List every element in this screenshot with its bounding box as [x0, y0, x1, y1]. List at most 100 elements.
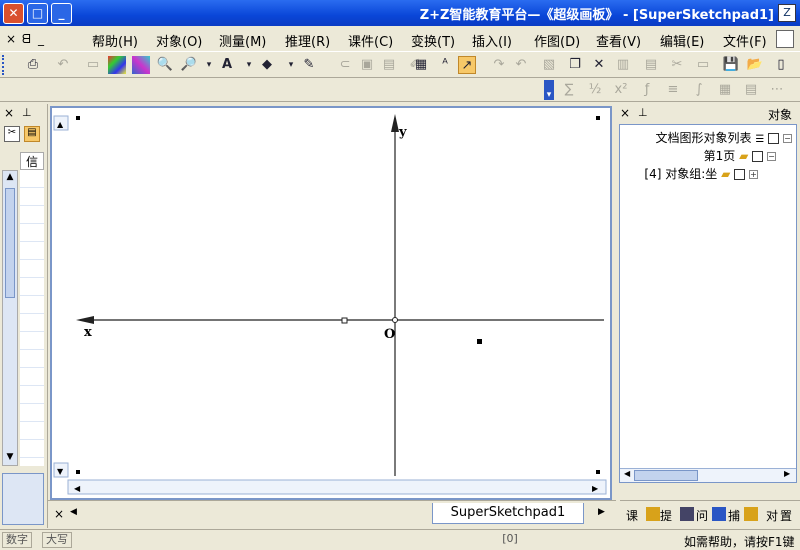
- copy-icon[interactable]: ❐: [566, 56, 584, 74]
- tab-close-icon[interactable]: ×: [54, 507, 64, 521]
- object-panel-close-icon[interactable]: ×: [620, 106, 630, 120]
- mdi-restore-icon[interactable]: ᗺ: [22, 32, 31, 47]
- tab-supersketchpad1[interactable]: SuperSketchpad1: [432, 503, 584, 524]
- object-panel-pin-icon[interactable]: ⊥: [638, 106, 648, 119]
- selection-handle[interactable]: [76, 470, 80, 474]
- link-icon[interactable]: ⊂: [336, 56, 354, 74]
- zoom-in-icon[interactable]: 🔍: [156, 56, 174, 74]
- tree-group-checkbox[interactable]: [734, 169, 746, 180]
- close-window-button[interactable]: ✕: [3, 3, 24, 24]
- toolbar-grip-icon[interactable]: [2, 55, 8, 75]
- scroll-thumb[interactable]: [5, 188, 15, 298]
- menu-help[interactable]: 帮助(H): [92, 31, 138, 50]
- chevron-down-icon[interactable]: ▾: [200, 56, 218, 74]
- minimize-window-button[interactable]: _: [51, 3, 72, 24]
- fraction-icon[interactable]: ½: [586, 81, 604, 99]
- formula-icon[interactable]: ∫: [690, 81, 708, 99]
- tab-object[interactable]: 对: [766, 507, 778, 524]
- scroll-thumb[interactable]: [634, 470, 698, 481]
- paste-icon[interactable]: ▥: [614, 56, 632, 74]
- power-icon[interactable]: x²: [612, 81, 630, 99]
- function-icon[interactable]: ƒ: [638, 81, 656, 99]
- sketch-canvas[interactable]: ▲ ▼ ◀ ▶ y x O: [52, 108, 610, 498]
- sequence-icon[interactable]: ≡: [664, 81, 682, 99]
- menu-file[interactable]: 文件(F): [723, 31, 767, 50]
- scroll-down-icon[interactable]: ▼: [2, 452, 18, 466]
- paste-special-icon[interactable]: ▧: [540, 56, 558, 74]
- toolbar-overflow-icon[interactable]: ▾: [544, 80, 554, 100]
- calc-icon[interactable]: ∑: [560, 81, 578, 99]
- tab-prompt[interactable]: 提: [660, 507, 672, 524]
- tab-prev-icon[interactable]: ◀: [70, 507, 77, 517]
- left-panel-close-icon[interactable]: ×: [4, 106, 14, 120]
- menu-view[interactable]: 查看(V): [596, 31, 641, 50]
- unit-point[interactable]: [341, 317, 348, 324]
- mdi-minimize-icon[interactable]: _: [38, 32, 44, 46]
- tree-root[interactable]: 文档图形对象列表 ☰ −: [656, 129, 792, 146]
- font-color-icon[interactable]: A: [218, 56, 236, 74]
- line-color-icon[interactable]: ✎: [300, 56, 318, 74]
- menu-insert[interactable]: 插入(I): [472, 31, 512, 50]
- tree-page-checkbox[interactable]: [752, 151, 764, 162]
- free-point[interactable]: [477, 339, 482, 344]
- select-arrow-icon[interactable]: ↗: [458, 56, 476, 74]
- mdi-close-icon[interactable]: ×: [6, 32, 16, 46]
- list-icon[interactable]: ▤: [24, 126, 40, 142]
- menu-reasoning[interactable]: 推理(R): [285, 31, 330, 50]
- undo-icon[interactable]: ↶: [512, 56, 530, 74]
- tab-settings[interactable]: 置: [780, 507, 792, 524]
- frame-icon[interactable]: ▭: [84, 56, 102, 74]
- maximize-window-button[interactable]: □: [27, 3, 48, 24]
- save-icon[interactable]: 💾: [722, 56, 740, 74]
- page-icon[interactable]: ▦: [412, 56, 430, 74]
- collapse-icon[interactable]: −: [767, 152, 776, 161]
- delete-icon[interactable]: ✕: [590, 56, 608, 74]
- tab-next-icon[interactable]: ▶: [598, 507, 605, 517]
- menu-measure[interactable]: 测量(M): [219, 31, 266, 50]
- tab-courseware[interactable]: 课: [626, 507, 638, 524]
- tree-group[interactable]: [4] 对象组:坐 ▰ +: [644, 165, 758, 182]
- left-panel-pin-icon[interactable]: ⊥: [22, 106, 32, 119]
- table-icon[interactable]: ▤: [742, 81, 760, 99]
- menu-transform[interactable]: 变换(T): [411, 31, 455, 50]
- tab-question[interactable]: 问: [696, 507, 708, 524]
- scroll-up-icon[interactable]: ▲: [2, 172, 18, 186]
- menu-courseware[interactable]: 课件(C): [348, 31, 393, 50]
- selection-handle[interactable]: [596, 470, 600, 474]
- selection-handle[interactable]: [596, 116, 600, 120]
- tree-root-checkbox[interactable]: [768, 133, 780, 144]
- new-window-icon[interactable]: ▭: [694, 56, 712, 74]
- chevron-down-icon[interactable]: ▾: [282, 56, 300, 74]
- fill-color-icon[interactable]: ◆: [258, 56, 276, 74]
- matrix-icon[interactable]: ▦: [716, 81, 734, 99]
- new-icon[interactable]: ▯: [772, 56, 790, 74]
- palette-icon[interactable]: [132, 56, 150, 74]
- text-tool-icon[interactable]: ᴬ: [436, 56, 454, 74]
- print-preview-icon[interactable]: ▤: [642, 56, 660, 74]
- chevron-down-icon[interactable]: ▾: [240, 56, 258, 74]
- origin-point[interactable]: [392, 317, 398, 323]
- menu-draw[interactable]: 作图(D): [534, 31, 580, 50]
- expand-icon[interactable]: +: [749, 170, 758, 179]
- print-icon[interactable]: ⎙: [24, 56, 42, 74]
- scroll-left-icon[interactable]: ◀: [624, 469, 630, 478]
- tab-capture[interactable]: 捕: [728, 507, 740, 524]
- menu-edit[interactable]: 编辑(E): [660, 31, 704, 50]
- open-icon[interactable]: 📂: [746, 56, 764, 74]
- cut-icon[interactable]: ✂: [668, 56, 686, 74]
- selection-handle[interactable]: [76, 116, 80, 120]
- tree-page[interactable]: 第1页 ▰ −: [704, 147, 776, 164]
- scroll-right-icon[interactable]: ▶: [784, 469, 790, 478]
- grid-icon[interactable]: ⋯: [768, 81, 786, 99]
- redo-icon[interactable]: ↷: [490, 56, 508, 74]
- menu-object[interactable]: 对象(O): [156, 31, 202, 50]
- colors-icon[interactable]: [108, 56, 126, 74]
- object-tree-hscrollbar[interactable]: ◀ ▶: [620, 468, 796, 482]
- collapse-icon[interactable]: −: [783, 134, 792, 143]
- zoom-out-icon[interactable]: 🔎: [180, 56, 198, 74]
- undo-history-icon[interactable]: ↶: [54, 56, 72, 74]
- cut-icon[interactable]: ✂: [4, 126, 20, 142]
- canvas-hscrollbar[interactable]: [67, 479, 607, 495]
- button-icon[interactable]: ▤: [380, 56, 398, 74]
- image-icon[interactable]: ▣: [358, 56, 376, 74]
